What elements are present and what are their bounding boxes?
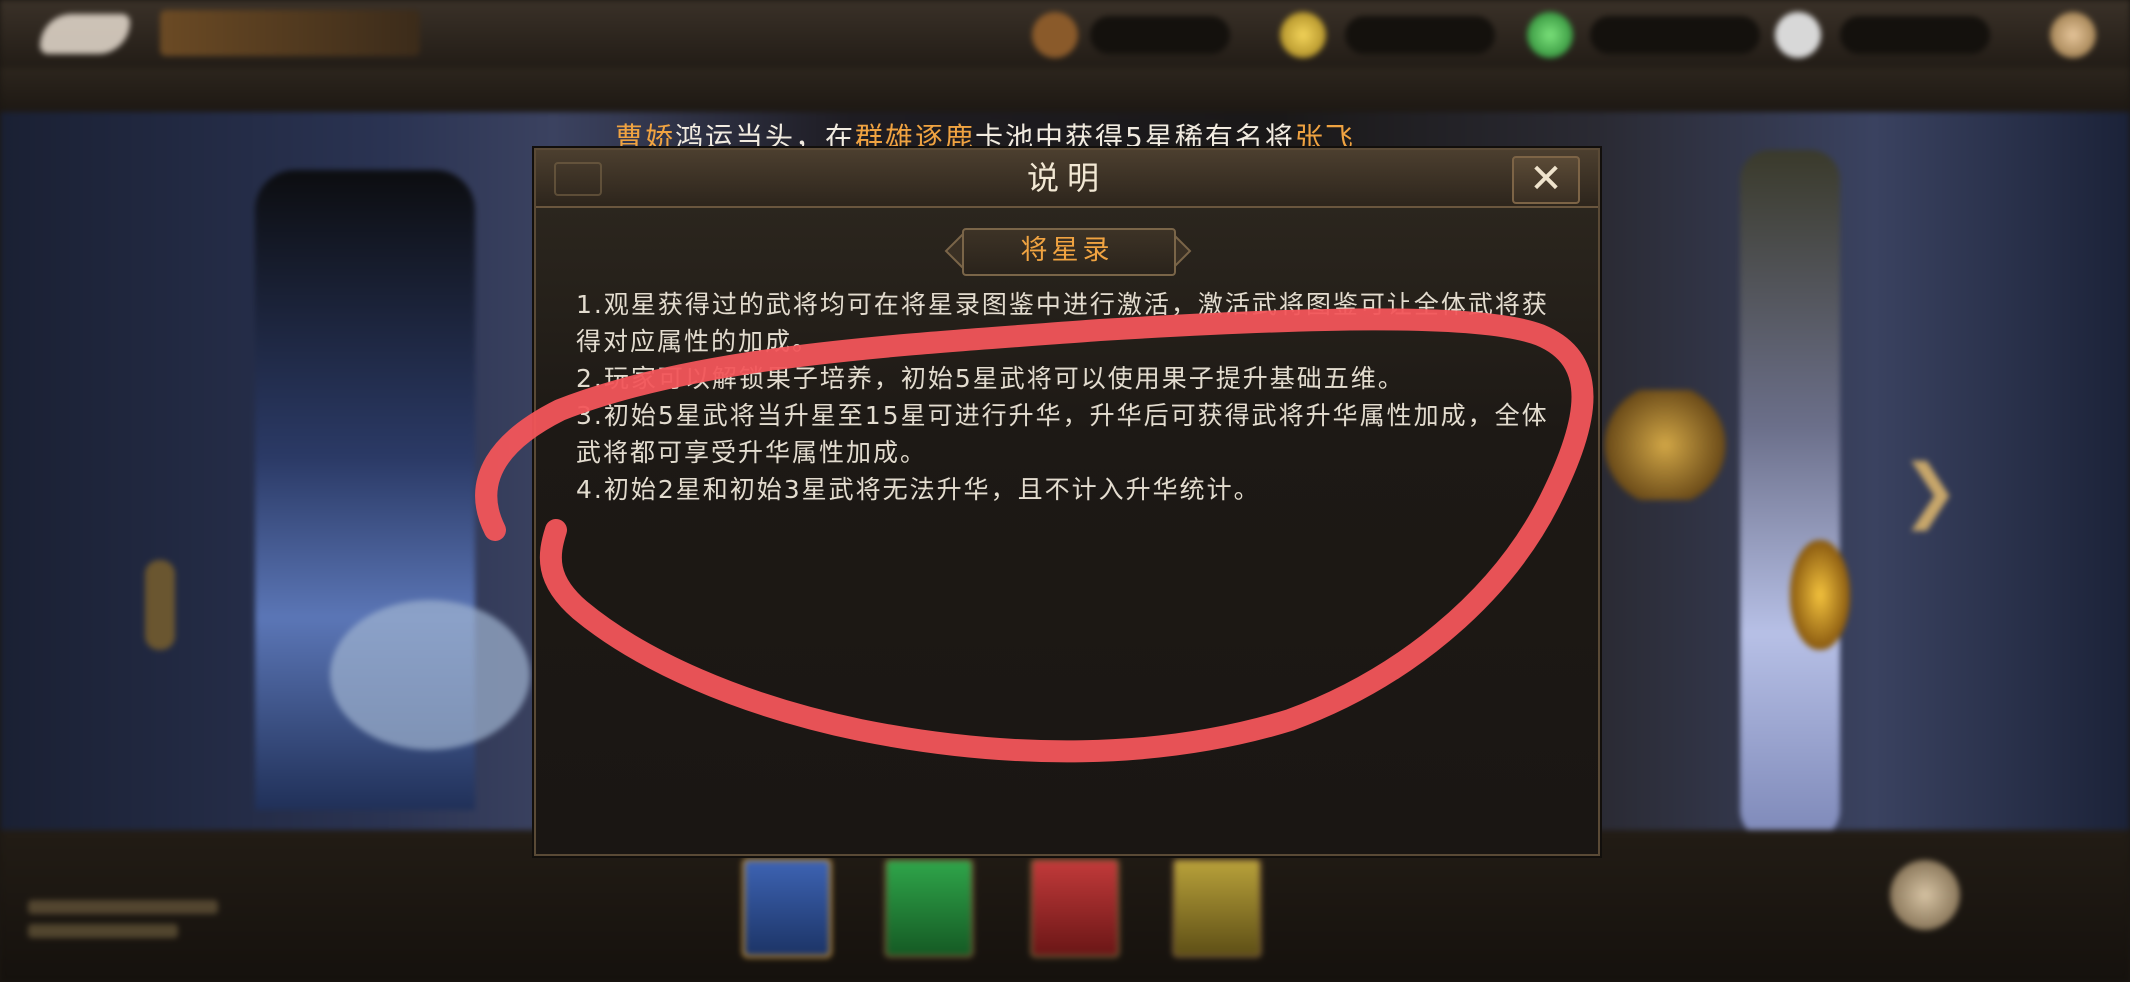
resource-icon[interactable] — [1032, 12, 1078, 58]
bottom-menu-icon[interactable] — [1890, 860, 1960, 930]
dialog-title: 说明 — [1026, 159, 1107, 197]
prev-arrow-icon[interactable] — [145, 560, 175, 650]
settings-orb-icon[interactable] — [2050, 12, 2096, 58]
cloud-icon[interactable] — [1775, 12, 1821, 58]
top-subbar — [0, 68, 2130, 112]
camp-card-qun[interactable] — [1172, 858, 1262, 958]
game-logo — [40, 14, 130, 54]
info-dialog: 说明 ✕ 将星录 1.观星获得过的武将均可在将星录图鉴中进行激活，激活武将图鉴可… — [534, 148, 1600, 856]
gold-coin-icon[interactable] — [1280, 12, 1326, 58]
camp-card-wei[interactable] — [742, 858, 832, 958]
resource-pill — [1345, 16, 1495, 54]
camp-card-shu[interactable] — [884, 858, 974, 958]
hero-figure-right — [1740, 150, 1840, 840]
hero-figure-cloud — [330, 600, 530, 750]
rules-content: 1.观星获得过的武将均可在将星录图鉴中进行激活，激活武将图鉴可让全体武将获得对应… — [576, 286, 1566, 508]
jade-coin-icon[interactable] — [1527, 12, 1573, 58]
close-button[interactable]: ✕ — [1512, 156, 1580, 204]
resource-pill — [1840, 16, 1990, 54]
rule-paragraph: 1.观星获得过的武将均可在将星录图鉴中进行激活，激活武将图鉴可让全体武将获得对应… — [576, 290, 1549, 356]
subtitle-text: 将星录 — [1020, 235, 1114, 266]
resource-pill — [1090, 16, 1230, 54]
rule-paragraph: 4.初始2星和初始3星武将无法升华，且不计入升华统计。 — [576, 475, 1261, 504]
gold-ornament — [1600, 390, 1730, 500]
top-resource-bar — [0, 0, 2130, 72]
section-subtitle: 将星录 — [944, 228, 1192, 276]
top-title-plate — [160, 10, 420, 56]
close-icon: ✕ — [1529, 156, 1563, 202]
rule-paragraph: 2.玩家可以解锁果子培养，初始5星武将可以使用果子提升基础五维。 — [576, 364, 1405, 393]
bottom-left-info — [28, 890, 228, 950]
rule-paragraph: 3.初始5星武将当升星至15星可进行升华，升华后可获得武将升华属性加成，全体武将… — [576, 401, 1549, 467]
resource-pill — [1590, 16, 1760, 54]
next-arrow-icon[interactable]: ❯ — [1900, 450, 1960, 530]
gold-ornament — [1790, 540, 1850, 650]
camp-card-wu[interactable] — [1030, 858, 1120, 958]
dialog-header: 说明 ✕ — [536, 150, 1598, 208]
